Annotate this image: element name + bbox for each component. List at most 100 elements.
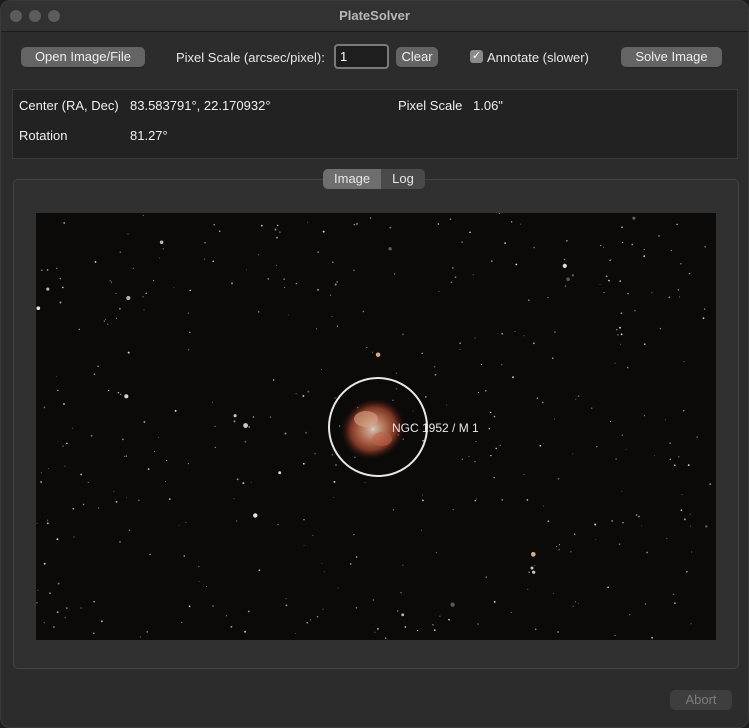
star (173, 287, 175, 288)
star (331, 454, 334, 456)
star (501, 332, 504, 335)
star (668, 296, 671, 299)
star (515, 263, 518, 266)
star (678, 296, 681, 298)
star (603, 246, 605, 249)
star (109, 279, 112, 282)
star (594, 523, 597, 526)
star (100, 620, 103, 623)
star (669, 442, 671, 444)
star (146, 631, 148, 633)
star (283, 278, 285, 280)
star (188, 605, 191, 608)
tab-image[interactable]: Image (323, 169, 382, 189)
star (680, 263, 682, 265)
star (499, 444, 501, 446)
star (233, 420, 236, 423)
star (643, 255, 646, 258)
star (609, 259, 612, 261)
abort-button[interactable]: Abort (670, 690, 732, 710)
pixel-scale-result-value: 1.06" (473, 98, 503, 113)
star (570, 551, 572, 553)
star (303, 519, 305, 521)
star (260, 224, 263, 227)
star (117, 391, 120, 394)
star (118, 307, 121, 310)
star (107, 323, 109, 325)
star (611, 520, 613, 522)
star (349, 563, 352, 565)
star (400, 592, 402, 594)
star (105, 318, 107, 320)
star (526, 499, 529, 501)
star (528, 571, 530, 573)
solve-image-button[interactable]: Solve Image (621, 47, 722, 67)
star (46, 287, 50, 291)
star (331, 315, 333, 318)
star (558, 548, 561, 551)
star (485, 576, 487, 578)
star (307, 390, 310, 393)
annotate-checkbox[interactable]: ✓ (470, 50, 483, 63)
star (421, 529, 423, 531)
star (288, 314, 290, 316)
star (599, 284, 601, 286)
star (603, 292, 605, 293)
star (618, 543, 621, 546)
star (412, 410, 414, 412)
star (402, 564, 404, 566)
star (437, 223, 440, 225)
star (654, 455, 656, 456)
star (189, 331, 191, 334)
star (40, 481, 43, 483)
star (554, 331, 556, 333)
star (683, 410, 685, 412)
star (422, 439, 424, 442)
star (600, 244, 602, 247)
star (332, 261, 334, 263)
star (572, 453, 574, 455)
star (62, 445, 64, 447)
star (168, 498, 171, 501)
star-field: NGC 1952 / M 1 (36, 213, 712, 639)
star (433, 629, 436, 631)
star (493, 415, 496, 418)
star (205, 586, 207, 587)
star (93, 600, 95, 603)
tab-log[interactable]: Log (381, 169, 425, 189)
star (514, 331, 516, 332)
star (188, 349, 190, 351)
star (145, 292, 147, 295)
star (681, 494, 683, 496)
clear-button[interactable]: Clear (396, 47, 438, 67)
star (448, 618, 450, 621)
star (704, 245, 706, 248)
star (41, 269, 43, 271)
star (276, 236, 278, 239)
star (388, 247, 392, 251)
star (61, 286, 64, 289)
star (57, 440, 59, 442)
star (143, 420, 146, 423)
star (629, 614, 631, 616)
star (93, 632, 95, 634)
star (553, 418, 556, 420)
rotation-label: Rotation (19, 128, 68, 143)
star (139, 636, 141, 638)
star (97, 507, 100, 509)
star (449, 218, 452, 220)
pixel-scale-input[interactable] (334, 44, 389, 69)
star (605, 275, 608, 278)
star (677, 289, 679, 291)
star (563, 258, 566, 261)
open-image-button[interactable]: Open Image/File (21, 47, 145, 67)
star (622, 241, 624, 244)
star (306, 621, 309, 624)
star (46, 269, 49, 271)
star (566, 277, 570, 282)
star (510, 221, 513, 223)
star (395, 388, 398, 390)
star (498, 213, 501, 214)
star (132, 267, 134, 269)
star (402, 438, 404, 441)
